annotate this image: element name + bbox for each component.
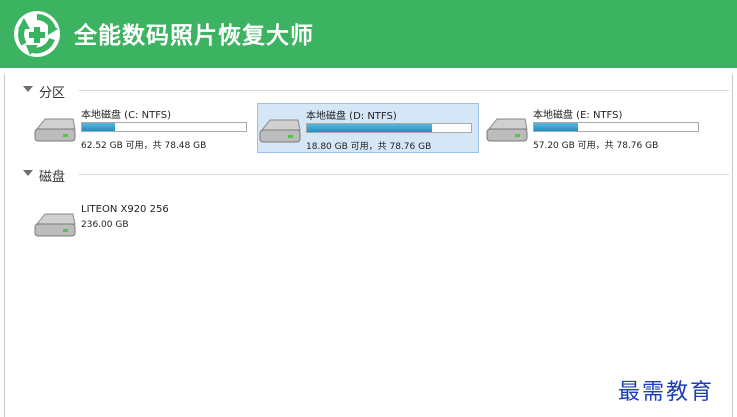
usage-bar-fill (307, 124, 432, 132)
drive-item-c[interactable]: 本地磁盘 (C: NTFS) 62.52 GB 可用，共 78.48 GB (33, 103, 255, 153)
hard-drive-icon (34, 118, 76, 142)
drive-item-d[interactable]: 本地磁盘 (D: NTFS) 18.80 GB 可用，共 78.76 GB (257, 103, 479, 153)
drive-item-e[interactable]: 本地磁盘 (E: NTFS) 57.20 GB 可用，共 78.76 GB (485, 103, 707, 153)
hard-drive-icon (34, 213, 76, 237)
watermark-text: 最需教育 (618, 380, 715, 405)
collapse-arrow-icon[interactable] (23, 86, 33, 92)
usage-bar-fill (534, 123, 579, 131)
section-divider (79, 90, 729, 91)
usage-bar (306, 123, 472, 133)
app-header: 全能数码照片恢复大师 (0, 0, 737, 68)
main-panel: 分区 本地磁盘 (C: NTFS) 62.52 GB 可用，共 78.48 GB… (4, 74, 733, 417)
section-header-partitions[interactable]: 分区 (23, 82, 729, 101)
drive-space-info: 57.20 GB 可用，共 78.76 GB (533, 141, 659, 151)
hard-drive-icon (259, 119, 301, 143)
section-label: 磁盘 (39, 170, 66, 185)
drive-space-info: 18.80 GB 可用，共 78.76 GB (306, 142, 432, 152)
section-divider (79, 174, 729, 175)
app-title: 全能数码照片恢复大师 (74, 23, 314, 49)
drive-name: 本地磁盘 (E: NTFS) (533, 110, 623, 121)
section-label: 分区 (39, 86, 66, 101)
collapse-arrow-icon[interactable] (23, 170, 33, 176)
recycle-plus-icon (14, 11, 60, 57)
section-header-disks[interactable]: 磁盘 (23, 166, 729, 185)
disk-name: LITEON X920 256 (81, 204, 169, 215)
usage-bar-fill (82, 123, 115, 131)
hard-drive-icon (486, 118, 528, 142)
disk-size: 236.00 GB (81, 220, 129, 230)
usage-bar (533, 122, 699, 132)
drive-name: 本地磁盘 (D: NTFS) (306, 111, 397, 122)
drive-name: 本地磁盘 (C: NTFS) (81, 110, 172, 121)
disk-item-liteon[interactable]: LITEON X920 256 236.00 GB (33, 198, 255, 248)
usage-bar (81, 122, 247, 132)
drive-space-info: 62.52 GB 可用，共 78.48 GB (81, 141, 207, 151)
